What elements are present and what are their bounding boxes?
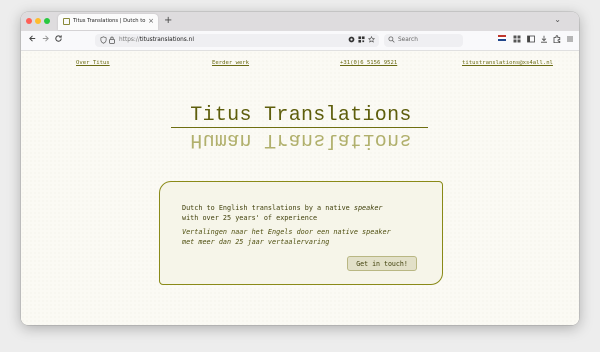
get-in-touch-button[interactable]: Get in touch! [347,256,417,271]
sidebar-icon[interactable] [527,35,535,43]
favicon-icon [63,18,70,25]
search-icon [388,36,395,45]
search-field[interactable]: Search [384,34,463,47]
close-window-button[interactable] [26,18,32,24]
menu-icon[interactable] [566,35,574,43]
nav-link-phone[interactable]: +31(0)6 5156 9521 [340,60,397,66]
lock-icon[interactable] [109,36,115,47]
shield-icon[interactable] [100,36,107,47]
site-logo-title: Titus Translations [190,104,412,127]
new-tab-button[interactable]: + [164,15,172,27]
nav-link-email[interactable]: titustranslations@xs4all.nl [462,60,553,66]
tab-strip: Titus Translations | Dutch to En × + ⌄ [21,12,579,31]
extension-grid-icon[interactable] [513,35,521,43]
bookmark-star-icon[interactable] [367,35,376,46]
back-icon[interactable] [28,34,37,47]
qr-code-icon[interactable] [358,36,365,46]
tab-active[interactable]: Titus Translations | Dutch to En × [58,14,158,30]
nav-link-over-titus[interactable]: Over Titus [76,60,110,66]
reload-icon[interactable] [54,34,63,47]
browser-toolbar: https://titustranslations.nl Search [21,31,579,51]
site-logo-mirror-text: Human Translations [190,128,412,151]
forward-icon[interactable] [41,34,50,47]
search-placeholder: Search [398,37,418,43]
web-page: Over Titus Eerder werk +31(0)6 5156 9521… [21,51,579,325]
download-icon[interactable] [540,35,548,43]
intro-card: Dutch to English translations by a nativ… [159,181,443,285]
address-bar[interactable]: https://titustranslations.nl [95,34,379,47]
reader-view-icon[interactable] [348,36,355,46]
url-text: https://titustranslations.nl [119,37,194,43]
minimize-window-button[interactable] [35,18,41,24]
intro-dutch: Vertalingen naar het Engels door een nat… [182,228,391,246]
tab-title: Titus Translations | Dutch to En [73,18,147,24]
zoom-window-button[interactable] [44,18,50,24]
browser-window: Titus Translations | Dutch to En × + ⌄ h… [21,12,579,325]
flag-extension-icon[interactable] [498,35,506,43]
list-tabs-icon[interactable]: ⌄ [554,15,561,24]
nav-link-eerder-werk[interactable]: Eerder werk [212,60,249,66]
extensions-puzzle-icon[interactable] [553,35,561,44]
tab-close-icon[interactable]: × [148,17,154,25]
intro-english: Dutch to English translations by a nativ… [182,204,383,222]
